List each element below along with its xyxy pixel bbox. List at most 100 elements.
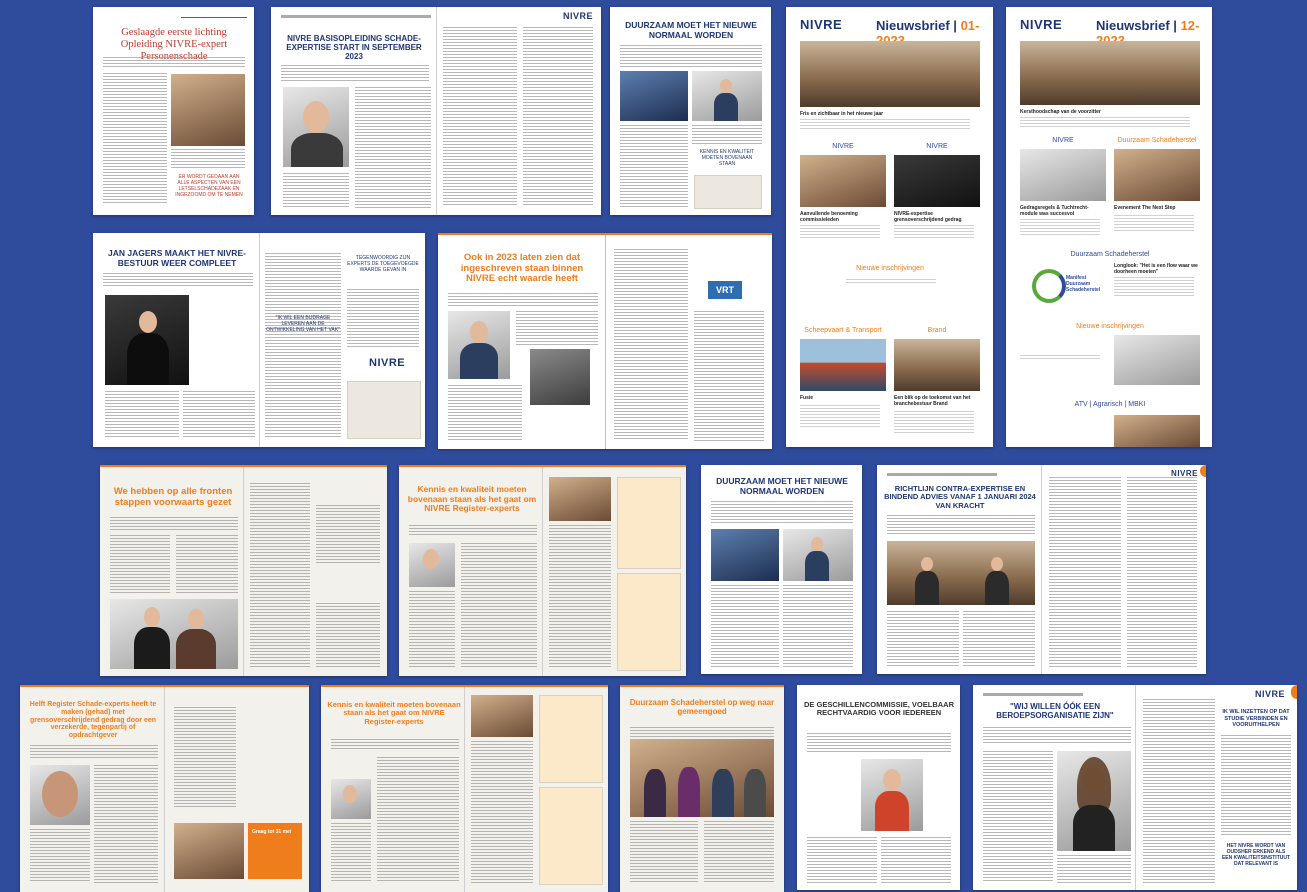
keyboard-photo bbox=[894, 155, 980, 207]
face bbox=[991, 557, 1003, 571]
body-text-column bbox=[174, 707, 236, 807]
lead-headline: Fris en zichtbaar in het nieuwe jaar bbox=[800, 111, 884, 117]
manifest-label: Manifest Duurzaam Schadeherstel bbox=[1066, 275, 1101, 293]
body-text-column bbox=[409, 591, 455, 669]
panel-photo bbox=[1114, 149, 1200, 201]
pull-quote: "IK WIL EEN BIJDRAGE LEVEREN AAN DE ONTW… bbox=[266, 315, 340, 333]
spread-fold bbox=[259, 233, 260, 447]
body-text-column bbox=[692, 125, 762, 145]
magazine-spread-kennis-kwaliteit-2[interactable]: Kennis en kwaliteit moeten bovenaan staa… bbox=[321, 685, 608, 892]
newsletter-12-2023[interactable]: NIVRE Nieuwsbrief | 12-2023 Kersthoodsch… bbox=[1006, 7, 1212, 447]
magazine-page-duurzaam[interactable]: DUURZAAM MOET HET NIEUWE NORMAAL WORDEN … bbox=[610, 7, 771, 215]
section-label-new: Nieuwe inschrijvingen bbox=[856, 265, 924, 272]
portrait-photo bbox=[331, 779, 371, 819]
pull-quote: KENNIS EN KWALITEIT MOETEN BOVENAAN STAA… bbox=[699, 149, 755, 167]
intro-text bbox=[103, 273, 253, 287]
article-title: DUURZAAM MOET HET NIEUWE NORMAAL WORDEN bbox=[625, 20, 757, 40]
info-box bbox=[617, 573, 681, 671]
kicker bbox=[281, 15, 431, 18]
face bbox=[139, 311, 157, 333]
section-label-nivre: NIVRE bbox=[1052, 137, 1074, 144]
magazine-spread-beroepsorganisatie[interactable]: "WIJ WILLEN ÓÓK EEN BEROEPSORGANISATIE Z… bbox=[973, 685, 1297, 890]
duo-portrait-photo bbox=[110, 599, 238, 669]
body-text-column bbox=[704, 821, 774, 883]
promo-banner[interactable]: Graag tot 31 mei bbox=[248, 823, 302, 879]
magazine-spread-grensoverschrijdend[interactable]: Helft Register Schade-experts heeft te m… bbox=[20, 685, 309, 892]
section-label-nivre: NIVRE bbox=[832, 143, 854, 150]
manifest-logo-icon bbox=[1032, 269, 1066, 303]
face bbox=[343, 785, 357, 803]
article-title: Kennis en kwaliteit moeten bovenaan staa… bbox=[407, 484, 537, 514]
corner-accent bbox=[1291, 685, 1297, 699]
body-text-column bbox=[377, 757, 459, 883]
intro-text bbox=[620, 45, 762, 67]
article-title: Helft Register Schade-experts heeft te m… bbox=[29, 701, 157, 740]
magazine-page-geschillencommissie[interactable]: DE GESCHILLENCOMMISSIE, VOELBAAR RECHTVA… bbox=[797, 685, 960, 890]
body-text-column bbox=[614, 249, 688, 441]
article-title: DE GESCHILLENCOMMISSIE, VOELBAAR RECHTVA… bbox=[803, 700, 954, 718]
section-label-fire: Brand bbox=[927, 327, 947, 334]
pull-quote: IK WIL INZETTEN OP DAT STUDIE VERBINDEN … bbox=[1222, 709, 1290, 729]
person bbox=[644, 769, 666, 817]
intro-text bbox=[409, 525, 537, 537]
body-text-column bbox=[887, 611, 959, 667]
body-text-column bbox=[694, 311, 764, 441]
title-main: Nieuwsbrief | bbox=[876, 18, 957, 33]
article-title: Ook in 2023 laten zien dat ingeschreven … bbox=[460, 252, 584, 285]
info-box bbox=[694, 175, 762, 209]
hero-photo bbox=[1020, 41, 1200, 105]
newsletter-01-2023[interactable]: NIVRE Nieuwsbrief | 01-2023 Fris en zich… bbox=[786, 7, 993, 447]
spread-fold bbox=[436, 7, 437, 215]
article-headline: Longlook: "Het is een flow waar we doorh… bbox=[1114, 263, 1198, 275]
group-photo bbox=[171, 74, 245, 146]
meeting-photo bbox=[887, 541, 1035, 605]
pull-quote: TEGENWOORDIG ZIJN EXPERTS DE TOEGEVOEGDE… bbox=[347, 255, 419, 273]
section-label-duurzaam: Duurzaam Schadeherstel bbox=[1070, 251, 1150, 258]
presentation-photo bbox=[620, 71, 688, 121]
portrait-photo bbox=[105, 295, 189, 385]
suit bbox=[915, 571, 939, 605]
body-text-column bbox=[630, 821, 698, 883]
intro-text bbox=[331, 739, 459, 751]
intro-text bbox=[30, 745, 158, 759]
magazine-spread-basisopleiding[interactable]: NIVRE BASISOPLEIDING SCHADE-EXPERTISE ST… bbox=[271, 7, 601, 215]
article-title: We hebben op alle fronten stappen voorwa… bbox=[113, 486, 233, 508]
section-text bbox=[846, 279, 936, 285]
face bbox=[423, 549, 439, 569]
section-label-new: Nieuwe inschrijvingen bbox=[1076, 323, 1144, 330]
body-text-column bbox=[549, 525, 611, 669]
pull-quote: ER WORDT GEDAAN AAN ALLE ASPECTEN VAN EE… bbox=[175, 174, 243, 198]
magazine-spread-kennis-kwaliteit[interactable]: Kennis en kwaliteit moeten bovenaan staa… bbox=[399, 465, 686, 676]
section-label-nivre: NIVRE bbox=[926, 143, 948, 150]
face bbox=[188, 609, 204, 629]
article-headline: Evenement The Next Step bbox=[1114, 205, 1176, 211]
magazine-spread-ook-in-2023[interactable]: Ook in 2023 laten zien dat ingeschreven … bbox=[438, 233, 772, 449]
article-title: Duurzaam Schadeherstel op weg naar gemee… bbox=[629, 698, 775, 716]
face bbox=[720, 79, 732, 93]
magazine-spread-alle-fronten[interactable]: We hebben op alle fronten stappen voorwa… bbox=[100, 465, 387, 676]
magazine-spread-jan-jagers[interactable]: JAN JAGERS MAAKT HET NIVRE-BESTUUR WEER … bbox=[93, 233, 425, 447]
magazine-page-opleiding-personenschade[interactable]: Geslaagde eerste lichting Opleiding NIVR… bbox=[93, 7, 254, 215]
face bbox=[42, 771, 78, 817]
face bbox=[303, 101, 329, 133]
gavel-photo bbox=[800, 155, 886, 207]
article-headline: Fusie bbox=[800, 395, 814, 401]
article-text bbox=[800, 225, 880, 239]
portrait-photo bbox=[530, 349, 590, 405]
magazine-spread-duurzaam-schadeherstel[interactable]: Duurzaam Schadeherstel op weg naar gemee… bbox=[620, 685, 784, 892]
magazine-page-duurzaam-2[interactable]: DUURZAAM MOET HET NIEUWE NORMAAL WORDEN bbox=[701, 465, 862, 674]
body-text-column bbox=[110, 535, 170, 595]
article-title: NIVRE BASISOPLEIDING SCHADE-EXPERTISE ST… bbox=[286, 34, 422, 61]
magazine-spread-richtlijn[interactable]: RICHTLIJN CONTRA-EXPERTISE EN BINDEND AD… bbox=[877, 465, 1206, 674]
info-box bbox=[347, 381, 421, 439]
intro-text bbox=[711, 501, 853, 523]
info-box bbox=[617, 477, 681, 569]
meeting-photo bbox=[894, 339, 980, 391]
pull-quote: HET NIVRE WORDT VAN OUDSHER ERKEND ALS E… bbox=[1221, 843, 1291, 867]
article-text bbox=[894, 225, 974, 239]
lead-text bbox=[1020, 117, 1190, 127]
body-text-column bbox=[711, 585, 779, 667]
body-text-column bbox=[448, 385, 522, 441]
spread-fold bbox=[1135, 685, 1136, 890]
ship-photo bbox=[800, 339, 886, 391]
